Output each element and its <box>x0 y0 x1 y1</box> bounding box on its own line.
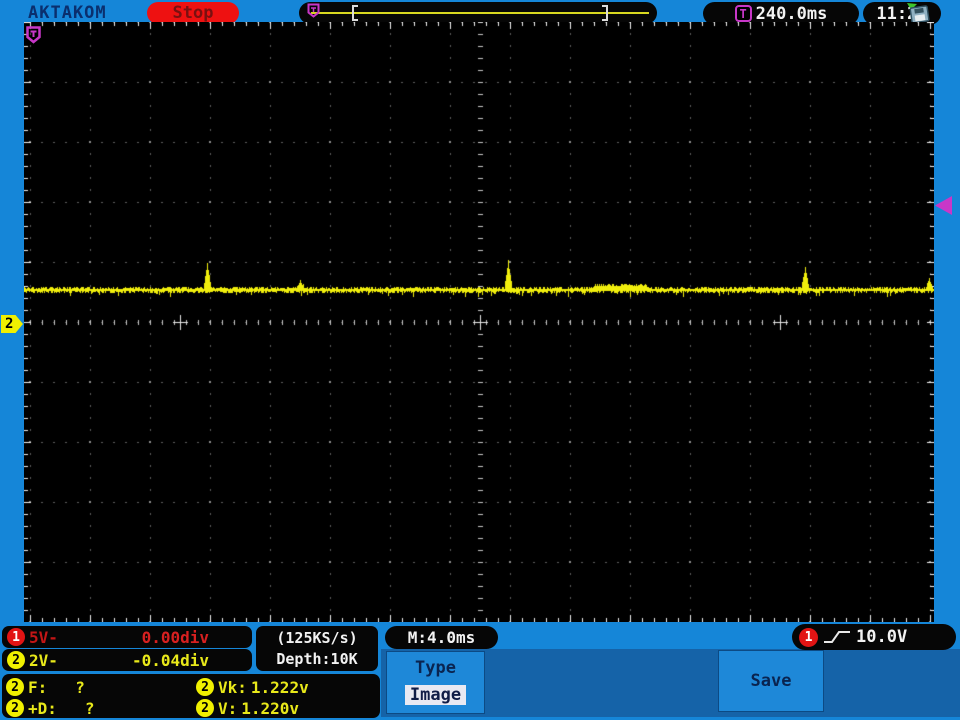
ch1-status-row: 1 5V- 0.00div <box>2 626 252 648</box>
menu-type-button[interactable]: Type Image <box>386 651 485 714</box>
ch1-scale: 5V- <box>29 628 58 647</box>
meas-value: 1.222v <box>251 678 309 697</box>
trigger-t-icon: T <box>735 5 752 22</box>
acquisition-panel: (125KS/s) Depth:10K <box>256 626 378 671</box>
ch1-offset: 0.00div <box>142 628 209 647</box>
horizontal-position-bar <box>299 2 657 24</box>
meas-label: V: <box>218 699 237 718</box>
trigger-level-value: 10.0V <box>856 627 907 647</box>
measurement-duty: 2 +D: ? <box>6 699 196 718</box>
measurement-row: 2 F: ? 2 Vk:1.222v <box>6 677 376 697</box>
window-bracket-left <box>352 5 358 21</box>
graticule-canvas <box>24 22 934 622</box>
meas-label: F: <box>28 678 47 697</box>
window-bracket-right <box>602 5 608 21</box>
sample-rate: (125KS/s) <box>276 628 357 649</box>
measurement-vk: 2 Vk:1.222v <box>196 678 309 697</box>
rising-edge-icon <box>822 628 852 646</box>
trigger-status-badge: 1 10.0V <box>792 624 956 650</box>
measurement-freq: 2 F: ? <box>6 678 196 697</box>
ch2-zero-label: 2 <box>5 316 13 332</box>
meas-value: ? <box>85 699 95 718</box>
save-label: Save <box>751 671 792 691</box>
oscilloscope-screen: AKTAKOM Stop T 240.0ms 11:25 2 1 <box>0 0 960 720</box>
menu-type-selected[interactable]: Image <box>405 685 466 705</box>
trigger-time-value: 240.0ms <box>756 4 828 24</box>
ch2-badge: 2 <box>7 651 25 669</box>
trigger-source-badge: 1 <box>799 628 818 647</box>
trigger-position-flag-icon <box>307 3 320 18</box>
meas-ch-badge: 2 <box>6 678 24 696</box>
ch2-scale: 2V- <box>29 651 58 670</box>
ch1-badge: 1 <box>7 628 25 646</box>
meas-ch-badge: 2 <box>196 678 214 696</box>
menu-type-label: Type <box>387 658 484 678</box>
meas-value: 1.220v <box>241 699 299 718</box>
meas-label: Vk: <box>218 678 247 697</box>
record-line <box>311 12 649 14</box>
memory-depth: Depth:10K <box>276 649 357 670</box>
timebase-badge: M:4.0ms <box>385 626 498 649</box>
ch2-status-row: 2 2V- -0.04div <box>2 649 252 671</box>
measurement-row: 2 +D: ? 2 V:1.220v <box>6 698 376 718</box>
meas-ch-badge: 2 <box>196 699 214 717</box>
trigger-level-arrow-icon <box>935 196 952 215</box>
ch2-zero-marker: 2 <box>1 315 23 333</box>
measurements-panel: 2 F: ? 2 Vk:1.222v 2 +D: ? 2 V:1.220v <box>2 674 380 718</box>
meas-value: ? <box>75 678 85 697</box>
meas-label: +D: <box>28 699 57 718</box>
menu-save-button[interactable]: Save <box>718 650 824 712</box>
meas-ch-badge: 2 <box>6 699 24 717</box>
run-state-label: Stop <box>173 3 214 23</box>
ch2-offset: -0.04div <box>132 651 209 670</box>
measurement-v: 2 V:1.220v <box>196 699 299 718</box>
graticule <box>24 22 934 622</box>
run-state-badge: Stop <box>147 2 239 24</box>
trigger-position-icon <box>26 26 41 44</box>
brand-label: AKTAKOM <box>28 3 107 23</box>
